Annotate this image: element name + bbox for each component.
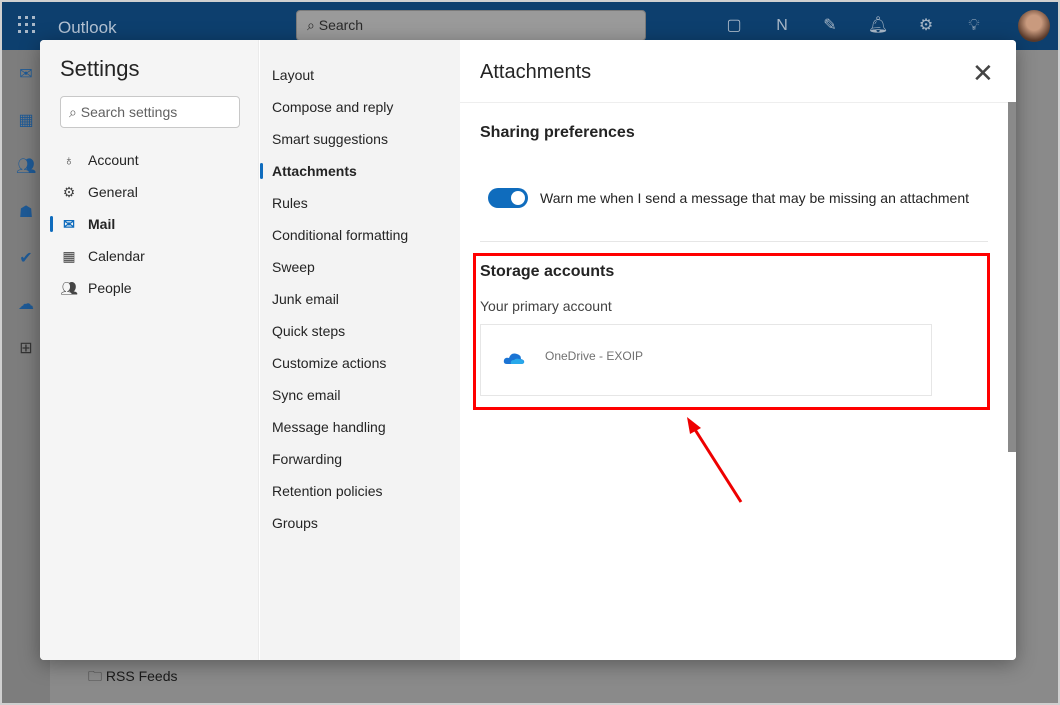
mail-settings-item-smart-suggestions[interactable]: Smart suggestions	[260, 123, 460, 155]
calendar-icon[interactable]: ▦	[16, 110, 36, 130]
mail-settings-item-attachments[interactable]: Attachments	[260, 155, 460, 187]
onenote-icon[interactable]: N	[770, 14, 794, 38]
pane-title: Attachments	[480, 61, 592, 83]
mail-settings-item-conditional-formatting[interactable]: Conditional formatting	[260, 219, 460, 251]
category-label: People	[88, 280, 132, 296]
mail-settings-item-message-handling[interactable]: Message handling	[260, 411, 460, 443]
primary-account-label: Your primary account	[480, 298, 612, 314]
category-people[interactable]: 👥︎ People	[40, 272, 259, 304]
settings-dialog: Settings ⌕ Search settings ♁ Account ⚙ Gen…	[40, 40, 1016, 660]
search-input[interactable]: ⌕ Search	[296, 10, 646, 41]
folder-rss-feeds[interactable]: 🗀 RSS Feeds	[88, 666, 177, 690]
category-label: Account	[88, 152, 139, 168]
mail-settings-item-forwarding[interactable]: Forwarding	[260, 443, 460, 475]
scrollbar[interactable]	[1008, 102, 1016, 452]
category-calendar[interactable]: ▦ Calendar	[40, 240, 259, 272]
apps-icon[interactable]: ⊞	[16, 338, 36, 358]
close-icon[interactable]: ✕	[972, 58, 994, 89]
mail-settings-item-quick-steps[interactable]: Quick steps	[260, 315, 460, 347]
category-label: Calendar	[88, 248, 145, 264]
gear-icon[interactable]: ⚙	[914, 14, 938, 38]
people-icon[interactable]: 👥︎	[16, 156, 36, 176]
mail-settings-item-rules[interactable]: Rules	[260, 187, 460, 219]
search-placeholder: Search	[318, 17, 364, 33]
warn-attachment-label: Warn me when I send a message that may b…	[540, 190, 970, 206]
onedrive-icon[interactable]: ☁	[16, 294, 36, 314]
todo-check-icon[interactable]: ✔	[16, 248, 36, 268]
avatar[interactable]	[1018, 10, 1050, 42]
mail-settings-nav: Layout Compose and reply Smart suggestions…	[260, 40, 460, 660]
app-launcher-icon[interactable]	[18, 16, 36, 34]
mail-icon[interactable]: ✉	[16, 64, 36, 84]
settings-categories: Settings ⌕ Search settings ♁ Account ⚙ Gen…	[40, 40, 259, 660]
sharing-heading: Sharing preferences	[480, 124, 635, 141]
attachments-pane: Attachments ✕ Sharing preferences Warn m…	[460, 40, 1016, 660]
storage-heading: Storage accounts	[480, 263, 615, 280]
onedrive-icon	[503, 353, 525, 364]
bell-icon[interactable]: 🔔︎	[866, 14, 890, 38]
settings-title: Settings	[60, 56, 140, 81]
mail-icon: ✉	[63, 215, 75, 232]
divider	[480, 241, 988, 242]
mail-settings-item-compose-and-reply[interactable]: Compose and reply	[260, 91, 460, 123]
storage-account-card[interactable]: OneDrive - EXOIP	[480, 324, 932, 396]
category-label: Mail	[88, 216, 116, 232]
mail-settings-item-retention-policies[interactable]: Retention policies	[260, 475, 460, 507]
category-label: General	[88, 184, 138, 200]
person-icon: ♁	[63, 152, 75, 168]
lightbulb-icon[interactable]: 💡︎	[962, 14, 986, 38]
account-name: OneDrive - EXOIP	[545, 349, 644, 363]
mail-settings-item-junk-email[interactable]: Junk email	[260, 283, 460, 315]
search-settings-placeholder: Search settings	[80, 104, 178, 120]
search-settings-input[interactable]: ⌕ Search settings	[60, 96, 240, 128]
mail-settings-item-sweep[interactable]: Sweep	[260, 251, 460, 283]
category-mail[interactable]: ✉ Mail	[40, 208, 259, 240]
warn-attachment-toggle[interactable]	[488, 188, 528, 208]
mail-settings-item-customize-actions[interactable]: Customize actions	[260, 347, 460, 379]
mail-settings-item-groups[interactable]: Groups	[260, 507, 460, 539]
category-account[interactable]: ♁ Account	[40, 144, 259, 176]
category-general[interactable]: ⚙ General	[40, 176, 259, 208]
folder-label: RSS Feeds	[105, 668, 178, 684]
people-icon: 👥︎	[60, 279, 78, 296]
calendar-icon: ▦	[62, 247, 76, 264]
feedback-icon[interactable]: ▢	[722, 14, 746, 38]
groups-icon[interactable]: ☗	[16, 202, 36, 222]
todo-icon[interactable]: ✎	[818, 14, 842, 38]
app-name: Outlook	[58, 18, 117, 37]
gear-icon: ⚙	[62, 183, 76, 200]
mail-settings-item-sync-email[interactable]: Sync email	[260, 379, 460, 411]
divider	[460, 102, 1016, 103]
mail-settings-item-layout[interactable]: Layout	[260, 59, 460, 91]
